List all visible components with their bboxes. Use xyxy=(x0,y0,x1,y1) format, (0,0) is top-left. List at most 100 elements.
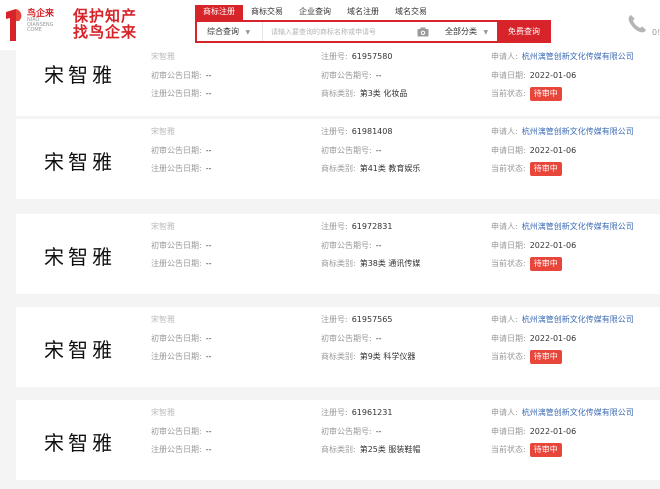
result-card[interactable]: 宋智雅 宋智雅 初审公告日期: -- 注册公告日期: -- 注册号: 61972831 初审公告… xyxy=(16,214,660,294)
label: 商标类别: xyxy=(321,445,356,454)
label: 注册公告日期: xyxy=(151,164,202,173)
label: 初审公告日期: xyxy=(151,71,202,80)
value: 61957565 xyxy=(351,315,393,324)
status-badge: 待审中 xyxy=(529,443,562,457)
search-box: 综合查询 ▼ 全部分类 ▼ 免费查询 xyxy=(195,20,551,43)
status: 当前状态: 待审中 xyxy=(491,350,562,364)
applicant-link[interactable]: 杭州漓管创新文化传媒有限公司 xyxy=(522,315,634,324)
label: 商标类别: xyxy=(321,352,356,361)
result-card[interactable]: 宋智雅 宋智雅 初审公告日期: -- 注册公告日期: -- 注册号: 61957565 初审公告… xyxy=(16,307,660,387)
trademark-name-text: 宋智雅 xyxy=(151,127,175,136)
reg-notice-date: 注册公告日期: -- xyxy=(151,164,211,174)
value: -- xyxy=(205,71,212,80)
category: 商标类别: 第9类 科学仪器 xyxy=(321,352,415,362)
value: 2022-01-06 xyxy=(529,241,577,250)
trademark-name: 宋智雅 xyxy=(151,127,175,137)
value: 2022-01-06 xyxy=(529,146,577,155)
value: 第25类 服装鞋帽 xyxy=(359,445,421,454)
logo-mark-icon[interactable] xyxy=(2,9,24,41)
search-scope-select[interactable]: 综合查询 ▼ xyxy=(197,22,263,41)
value: 第38类 通讯传媒 xyxy=(359,259,421,268)
search-tab[interactable]: 域名交易 xyxy=(387,5,435,20)
applicant: 申请人: 杭州漓管创新文化传媒有限公司 xyxy=(491,127,634,137)
value: -- xyxy=(205,427,212,436)
value: 61981408 xyxy=(351,127,393,136)
search-tab[interactable]: 商标注册 xyxy=(195,5,243,20)
applicant-link[interactable]: 杭州漓管创新文化传媒有限公司 xyxy=(522,222,634,231)
trademark-name-text: 宋智雅 xyxy=(151,222,175,231)
value: -- xyxy=(205,241,212,250)
value: -- xyxy=(205,89,212,98)
status-badge: 待审中 xyxy=(529,257,562,271)
value: 61972831 xyxy=(351,222,393,231)
trademark-image[interactable]: 宋智雅 xyxy=(28,406,132,476)
label: 申请日期: xyxy=(491,427,526,436)
applicant-link[interactable]: 杭州漓管创新文化传媒有限公司 xyxy=(522,408,634,417)
label: 注册公告日期: xyxy=(151,352,202,361)
status: 当前状态: 待审中 xyxy=(491,257,562,271)
logo-brand[interactable]: 鸟企来 NIAO QIANSENG COME xyxy=(27,10,54,33)
search-tab[interactable]: 企业查询 xyxy=(291,5,339,20)
applicant-link[interactable]: 杭州漓管创新文化传媒有限公司 xyxy=(522,52,634,61)
search-category-select[interactable]: 全部分类 ▼ xyxy=(431,22,497,41)
trademark-image[interactable]: 宋智雅 xyxy=(28,125,132,195)
label: 申请日期: xyxy=(491,71,526,80)
reg-no: 注册号: 61972831 xyxy=(321,222,392,232)
value: 第3类 化妆品 xyxy=(359,89,408,98)
result-card[interactable]: 宋智雅 宋智雅 初审公告日期: -- 注册公告日期: -- 注册号: 61961231 初审公告… xyxy=(16,400,660,480)
label: 注册号: xyxy=(321,222,348,231)
search-input[interactable] xyxy=(263,27,415,36)
label: 初审公告期号: xyxy=(321,146,372,155)
value: 第41类 教育娱乐 xyxy=(359,164,421,173)
search-button[interactable]: 免费查询 xyxy=(497,20,551,43)
first-notice-date: 初审公告日期: -- xyxy=(151,146,211,156)
result-card[interactable]: 宋智雅 宋智雅 初审公告日期: -- 注册公告日期: -- 注册号: 61981408 初审公告… xyxy=(16,119,660,199)
value: -- xyxy=(205,164,212,173)
value: 2022-01-06 xyxy=(529,71,577,80)
value: -- xyxy=(375,71,382,80)
category: 商标类别: 第3类 化妆品 xyxy=(321,89,407,99)
trademark-name: 宋智雅 xyxy=(151,315,175,325)
label: 申请人: xyxy=(491,127,518,136)
first-notice-date: 初审公告日期: -- xyxy=(151,71,211,81)
camera-icon[interactable] xyxy=(415,22,431,41)
value: -- xyxy=(205,259,212,268)
apply-date: 申请日期: 2022-01-06 xyxy=(491,427,576,437)
result-card[interactable]: 宋智雅 宋智雅 初审公告日期: -- 注册公告日期: -- 注册号: 61957580 初审公告… xyxy=(16,48,660,116)
label: 初审公告日期: xyxy=(151,334,202,343)
first-notice-no: 初审公告期号: -- xyxy=(321,71,381,81)
category: 商标类别: 第41类 教育娱乐 xyxy=(321,164,420,174)
trademark-image[interactable]: 宋智雅 xyxy=(28,313,132,383)
status: 当前状态: 待审中 xyxy=(491,162,562,176)
reg-notice-date: 注册公告日期: -- xyxy=(151,259,211,269)
search-tab[interactable]: 域名注册 xyxy=(339,5,387,20)
label: 初审公告期号: xyxy=(321,71,372,80)
value: -- xyxy=(205,445,212,454)
first-notice-no: 初审公告期号: -- xyxy=(321,427,381,437)
label: 初审公告日期: xyxy=(151,241,202,250)
label: 申请日期: xyxy=(491,334,526,343)
applicant: 申请人: 杭州漓管创新文化传媒有限公司 xyxy=(491,408,634,418)
value: -- xyxy=(205,146,212,155)
label: 注册号: xyxy=(321,52,348,61)
trademark-name-text: 宋智雅 xyxy=(151,52,175,61)
value: 2022-01-06 xyxy=(529,334,577,343)
search-tab[interactable]: 商标交易 xyxy=(243,5,291,20)
applicant-link[interactable]: 杭州漓管创新文化传媒有限公司 xyxy=(522,127,634,136)
value: 第9类 科学仪器 xyxy=(359,352,416,361)
trademark-name: 宋智雅 xyxy=(151,52,175,62)
status-badge: 待审中 xyxy=(529,162,562,176)
apply-date: 申请日期: 2022-01-06 xyxy=(491,241,576,251)
first-notice-date: 初审公告日期: -- xyxy=(151,241,211,251)
label: 注册公告日期: xyxy=(151,259,202,268)
phone-number: 0! xyxy=(652,28,660,37)
trademark-image[interactable]: 宋智雅 xyxy=(28,220,132,290)
label: 注册公告日期: xyxy=(151,445,202,454)
trademark-name-text: 宋智雅 xyxy=(151,315,175,324)
phone-icon xyxy=(628,15,646,33)
apply-date: 申请日期: 2022-01-06 xyxy=(491,146,576,156)
trademark-image[interactable]: 宋智雅 xyxy=(28,48,132,98)
label: 当前状态: xyxy=(491,259,526,268)
label: 申请人: xyxy=(491,52,518,61)
status: 当前状态: 待审中 xyxy=(491,87,562,101)
